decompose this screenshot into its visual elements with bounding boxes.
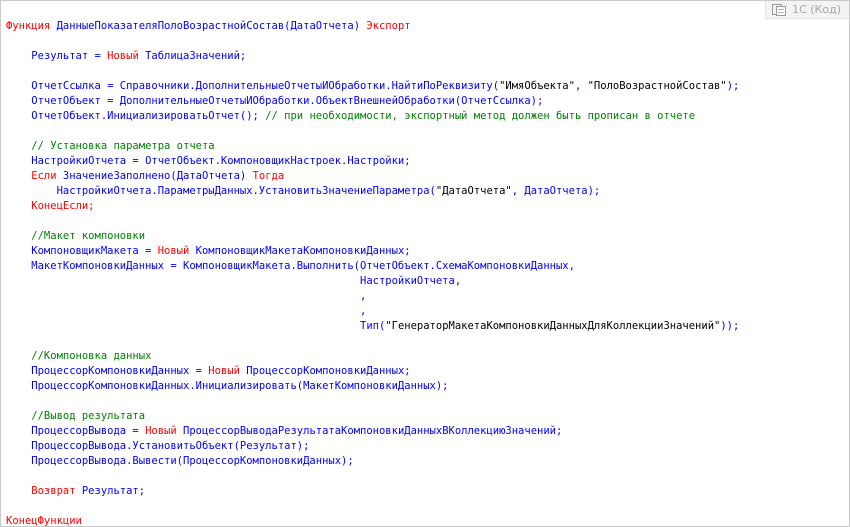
code-line: Тип("ГенераторМакетаКомпоновкиДанныхДляК… [6, 319, 739, 334]
code-identifier: ПроцессорВывода = [6, 425, 146, 437]
language-label: 1С (Код) [792, 3, 841, 16]
code-comment: //Макет компоновки [6, 230, 146, 242]
language-bar: 1С (Код) [765, 1, 849, 19]
code-keyword: КонецЕсли; [6, 200, 95, 212]
code-comment: //Вывод результата [6, 410, 146, 422]
code-line: Результат = Новый ТаблицаЗначений; [6, 49, 739, 64]
code-keyword: Новый [145, 425, 184, 437]
code-identifier: , [6, 290, 367, 302]
code-comment: // при необходимости, экспортный метод д… [265, 110, 696, 122]
code-viewer: 1С (Код) Функция ДанныеПоказателяПолоВоз… [0, 0, 850, 527]
code-keyword: КонецФункции [6, 515, 82, 527]
code-identifier: ПроцессорВывода.Вывести(ПроцессорКомпоно… [6, 455, 354, 467]
code-identifier: ЗначениеЗаполнено(ДатаОтчета) [62, 170, 253, 182]
code-line: ПроцессорВывода = Новый ПроцессорВыводаР… [6, 424, 739, 439]
code-identifier: Результат = [6, 50, 108, 62]
code-keyword: Если [6, 170, 63, 182]
code-identifier: МакетКомпоновкиДанных = КомпоновщикМакет… [6, 260, 575, 272]
code-keyword: Новый [157, 245, 196, 257]
code-identifier: КомпоновщикМакета = [6, 245, 158, 257]
code-identifier: , [574, 80, 588, 92]
code-line: Если ЗначениеЗаполнено(ДатаОтчета) Тогда [6, 169, 739, 184]
code-comment: //Компоновка данных [6, 350, 152, 362]
code-comment: // Установка параметра отчета [6, 140, 215, 152]
code-line: КонецЕсли; [6, 199, 739, 214]
code-identifier: ); [726, 80, 740, 92]
code-string: "ГенераторМакетаКомпоновкиДанныхДляКолле… [385, 320, 721, 332]
code-string: "ИмяОбъекта" [499, 80, 575, 92]
code-keyword: Возврат [6, 485, 82, 497]
code-line: ОтчетОбъект = ДополнительныеОтчетыИОбраб… [6, 94, 739, 109]
code-line: // Установка параметра отчета [6, 139, 739, 154]
code-line: ПроцессорВывода.Вывести(ПроцессорКомпоно… [6, 454, 739, 469]
code-identifier: ПроцессорВыводаРезультатаКомпоновкиДанны… [183, 425, 563, 437]
code-keyword: Экспорт [366, 20, 411, 32]
code-identifier: НастройкиОтчета = ОтчетОбъект.Компоновщи… [6, 155, 411, 167]
code-line: ПроцессорКомпоновкиДанных = Новый Процес… [6, 364, 739, 379]
code-keyword: Тогда [252, 170, 285, 182]
code-line: ОтчетСсылка = Справочники.Дополнительные… [6, 79, 739, 94]
code-keyword: Новый [107, 50, 146, 62]
code-identifier: Результат; [81, 485, 146, 497]
code-line: //Вывод результата [6, 409, 739, 424]
code-identifier: ПроцессорКомпоновкиДанных = [6, 365, 209, 377]
code-line: КонецФункции [6, 514, 739, 527]
code-line: МакетКомпоновкиДанных = КомпоновщикМакет… [6, 259, 739, 274]
code-line: //Компоновка данных [6, 349, 739, 364]
code-string: "ПолоВозрастнойСостав" [587, 80, 727, 92]
code-identifier: ОтчетСсылка = Справочники.Дополнительные… [6, 80, 500, 92]
code-identifier: )); [720, 320, 740, 332]
code-line: НастройкиОтчета.ПараметрыДанных.Установи… [6, 184, 739, 199]
code-identifier: , [6, 305, 367, 317]
code-line: ПроцессорКомпоновкиДанных.Инициализирова… [6, 379, 739, 394]
code-identifier: ТаблицаЗначений; [145, 50, 247, 62]
code-identifier: , ДатаОтчета); [511, 185, 601, 197]
code-line: ПроцессорВывода.УстановитьОбъект(Результ… [6, 439, 739, 454]
code-identifier: ПроцессорКомпоновкиДанных; [246, 365, 411, 377]
code-identifier: НастройкиОтчета.ПараметрыДанных.Установи… [6, 185, 436, 197]
code-identifier: КомпоновщикМакетаКомпоновкиДанных; [195, 245, 411, 257]
code-line: ОтчетОбъект.ИнициализироватьОтчет(); // … [6, 109, 739, 124]
code-identifier: ПроцессорКомпоновкиДанных.Инициализирова… [6, 380, 449, 392]
code-identifier: ПроцессорВывода.УстановитьОбъект(Результ… [6, 440, 310, 452]
code-identifier: ОтчетОбъект = ДополнительныеОтчетыИОбраб… [6, 95, 544, 107]
code-line: НастройкиОтчета, [6, 274, 739, 289]
code-identifier: НастройкиОтчета, [6, 275, 462, 287]
copy-icon[interactable] [772, 4, 787, 16]
code-identifier: ОтчетОбъект.ИнициализироватьОтчет(); [6, 110, 266, 122]
code-keyword: Функция [6, 20, 57, 32]
code-line: //Макет компоновки [6, 229, 739, 244]
code-identifier: Тип( [6, 320, 386, 332]
code-line: Возврат Результат; [6, 484, 739, 499]
code-viewer-header: 1С (Код) [1, 1, 849, 19]
code-string: "ДатаОтчета" [435, 185, 512, 197]
code-line: , [6, 289, 739, 304]
code-line: , [6, 304, 739, 319]
code-line: Функция ДанныеПоказателяПолоВозрастнойСо… [6, 19, 739, 34]
code-line: КомпоновщикМакета = Новый КомпоновщикМак… [6, 244, 739, 259]
code-body[interactable]: Функция ДанныеПоказателяПолоВозрастнойСо… [6, 19, 739, 527]
code-identifier: ДанныеПоказателяПолоВозрастнойСостав(Дат… [56, 20, 367, 32]
code-line: НастройкиОтчета = ОтчетОбъект.Компоновщи… [6, 154, 739, 169]
code-keyword: Новый [208, 365, 247, 377]
